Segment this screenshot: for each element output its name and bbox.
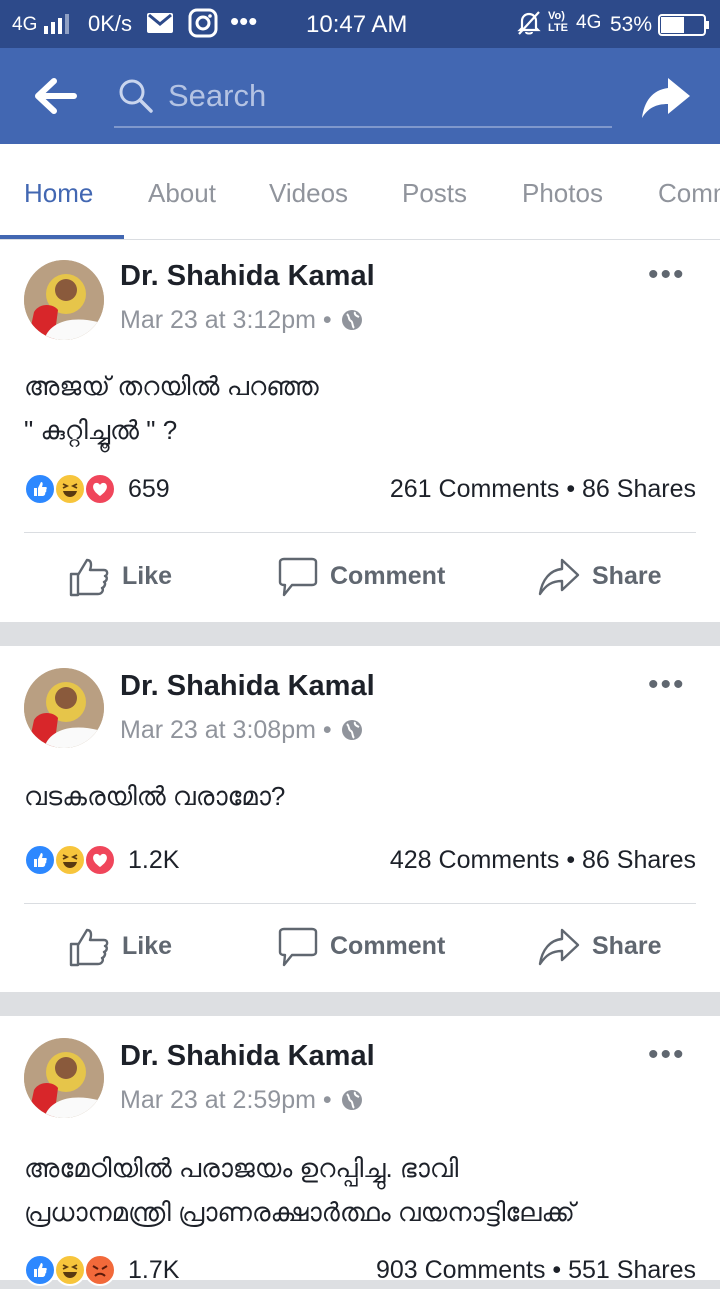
comment-label: Comment: [330, 932, 446, 960]
like-button[interactable]: Like: [68, 556, 178, 600]
post-text: അമേഠിയിൽ പരാജയം ഉറപ്പിച്ചു. ഭാവി പ്രധാനമ…: [24, 1146, 704, 1234]
post-author[interactable]: Dr. Shahida Kamal: [120, 260, 375, 293]
like-label: Like: [122, 932, 173, 960]
like-reaction-icon: [24, 1254, 56, 1286]
post-card: Dr. Shahida Kamal Mar 23 at 2:59pm • •••…: [0, 1016, 720, 1286]
comment-share-stats[interactable]: 428 Comments • 86 Shares: [390, 846, 696, 875]
tab-about[interactable]: About: [148, 178, 216, 209]
data-speed: 0K/s: [88, 11, 133, 36]
post-text-line: " കുറ്റിച്ചൂൽ " ?: [24, 415, 178, 445]
tab-community[interactable]: Community: [658, 178, 720, 209]
tab-home[interactable]: Home: [24, 178, 93, 209]
reaction-count: 659: [128, 475, 170, 503]
reaction-count: 1.7K: [128, 1256, 180, 1284]
app-bar: Search: [0, 48, 720, 144]
tab-photos[interactable]: Photos: [522, 178, 603, 209]
comment-button[interactable]: Comment: [276, 556, 446, 600]
status-bar: 4G 0K/s ••• 10:47 AM Vo) LTE 4G 53%: [0, 0, 720, 48]
share-label: Share: [592, 562, 662, 590]
comment-bubble-icon: [278, 557, 318, 597]
thumbs-up-icon: [69, 558, 109, 597]
share-page-icon[interactable]: [640, 76, 692, 120]
haha-reaction-icon: [54, 473, 86, 505]
post-text-line: വടകരയിൽ വരാമോ?: [24, 781, 286, 811]
comment-share-stats[interactable]: 261 Comments • 86 Shares: [390, 475, 696, 504]
share-button[interactable]: Share: [538, 926, 668, 970]
clock: 10:47 AM: [306, 11, 408, 38]
reaction-summary[interactable]: 1.7K: [24, 1254, 224, 1286]
post-author[interactable]: Dr. Shahida Kamal: [120, 1040, 375, 1073]
angry-reaction-icon: [84, 1254, 116, 1286]
reaction-summary[interactable]: 659: [24, 473, 224, 505]
more-options-icon[interactable]: •••: [648, 258, 686, 292]
share-label: Share: [592, 932, 662, 960]
haha-reaction-icon: [54, 1254, 86, 1286]
like-reaction-icon: [24, 844, 56, 876]
love-reaction-icon: [84, 473, 116, 505]
search-input[interactable]: Search: [114, 66, 612, 128]
post-card: Dr. Shahida Kamal Mar 23 at 3:08pm • •••…: [0, 646, 720, 992]
network2-label: 4G: [576, 12, 602, 33]
share-arrow-icon: [538, 558, 580, 596]
tab-videos[interactable]: Videos: [269, 178, 348, 209]
divider: [24, 532, 696, 533]
comment-share-stats[interactable]: 903 Comments • 551 Shares: [376, 1256, 696, 1285]
battery-percent: 53%: [610, 13, 653, 36]
post-timestamp[interactable]: Mar 23 at 3:12pm: [120, 306, 316, 334]
battery-icon: [658, 13, 710, 43]
active-tab-indicator: [0, 235, 124, 239]
post-text-line: അജയ് തറയിൽ പറഞ്ഞ: [24, 371, 319, 401]
instagram-icon: [188, 8, 218, 44]
reaction-count: 1.2K: [128, 846, 180, 874]
avatar[interactable]: [24, 260, 104, 340]
search-placeholder: Search: [168, 78, 267, 113]
share-button[interactable]: Share: [538, 556, 668, 600]
post-text-line: പ്രധാനമന്ത്രി പ്രാണരക്ഷാർത്ഥം വയനാട്ടിലേ…: [24, 1197, 575, 1227]
gmail-icon: [146, 10, 174, 42]
more-notifications-icon: •••: [230, 6, 258, 36]
haha-reaction-icon: [54, 844, 86, 876]
page-tabs: Home About Videos Posts Photos Community: [0, 144, 720, 240]
post-text: വടകരയിൽ വരാമോ?: [24, 774, 704, 818]
signal-icon: [44, 14, 70, 40]
post-timestamp[interactable]: Mar 23 at 3:08pm: [120, 716, 316, 744]
like-reaction-icon: [24, 473, 56, 505]
avatar[interactable]: [24, 1038, 104, 1118]
like-label: Like: [122, 562, 173, 590]
globe-icon: [341, 309, 363, 331]
network-label: 4G: [12, 14, 38, 35]
avatar[interactable]: [24, 668, 104, 748]
thumbs-up-icon: [69, 928, 109, 967]
reaction-summary[interactable]: 1.2K: [24, 844, 224, 876]
back-arrow-icon[interactable]: [34, 76, 78, 116]
search-icon: [118, 78, 154, 114]
comment-label: Comment: [330, 562, 446, 590]
divider: [24, 903, 696, 904]
more-options-icon[interactable]: •••: [648, 668, 686, 702]
post-text: അജയ് തറയിൽ പറഞ്ഞ " കുറ്റിച്ചൂൽ " ?: [24, 364, 704, 452]
globe-icon: [341, 719, 363, 741]
share-arrow-icon: [538, 928, 580, 966]
bell-off-icon: [516, 10, 542, 42]
tab-posts[interactable]: Posts: [402, 178, 467, 209]
love-reaction-icon: [84, 844, 116, 876]
like-button[interactable]: Like: [68, 926, 178, 970]
post-timestamp[interactable]: Mar 23 at 2:59pm: [120, 1086, 316, 1114]
volte-badge: Vo) LTE: [548, 10, 568, 34]
more-options-icon[interactable]: •••: [648, 1038, 686, 1072]
post-author[interactable]: Dr. Shahida Kamal: [120, 670, 375, 703]
post-card: Dr. Shahida Kamal Mar 23 at 3:12pm • •••…: [0, 240, 720, 622]
post-text-line: അമേഠിയിൽ പരാജയം ഉറപ്പിച്ചു. ഭാവി: [24, 1153, 459, 1183]
comment-bubble-icon: [278, 927, 318, 967]
globe-icon: [341, 1089, 363, 1111]
comment-button[interactable]: Comment: [276, 926, 446, 970]
